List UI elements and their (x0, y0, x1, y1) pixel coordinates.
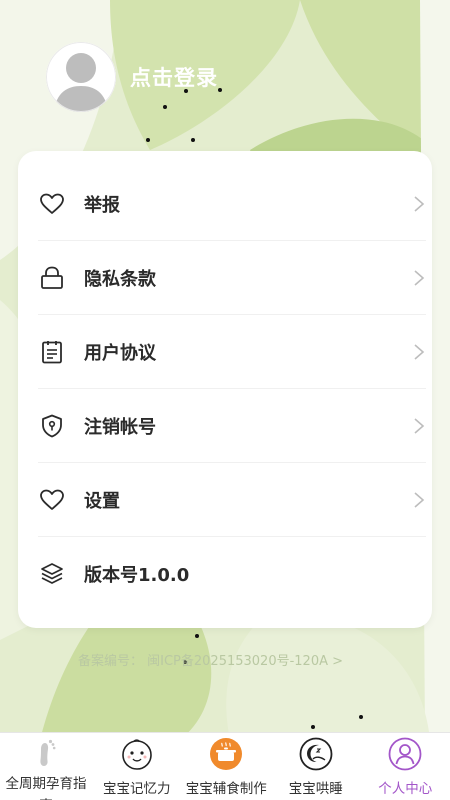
chevron-right-icon (412, 417, 426, 435)
icp-record-link[interactable]: 备案编号： 闽ICP备2025153020号-120A > (78, 650, 343, 669)
lock-icon (38, 264, 66, 292)
tab-label: 宝宝记忆力 (103, 781, 171, 797)
menu-item-report[interactable]: 举报 (38, 167, 426, 241)
document-icon (38, 338, 66, 366)
login-link[interactable]: 点击登录 (130, 62, 218, 92)
profile-page: 点击登录 举报 隐私条款 用户协议 注销帐号 设置 版本号1.0.0 备案编号：… (0, 0, 450, 800)
tab-label: 宝宝哄睡 (288, 781, 343, 797)
layers-icon (38, 560, 66, 588)
menu-item-settings[interactable]: 设置 (38, 463, 426, 537)
settings-menu-card: 举报 隐私条款 用户协议 注销帐号 设置 版本号1.0.0 (18, 151, 432, 628)
tab-label: 个人中心 (378, 781, 433, 797)
avatar[interactable] (46, 42, 116, 112)
menu-item-privacy[interactable]: 隐私条款 (38, 241, 426, 315)
shield-icon (38, 412, 66, 440)
tab-label: 全周期孕育指南 (5, 776, 87, 800)
chevron-right-icon (412, 343, 426, 361)
chevron-right-icon (412, 195, 426, 213)
menu-item-label: 隐私条款 (84, 268, 156, 290)
tab-personal-center[interactable]: 个人中心 (361, 733, 450, 800)
heart-icon (38, 486, 66, 514)
sleeping-moon-icon (299, 737, 333, 771)
chevron-right-icon (412, 269, 426, 287)
menu-item-label: 设置 (84, 490, 120, 512)
footprint-icon (29, 737, 63, 771)
baby-face-icon (120, 737, 154, 771)
menu-item-agreement[interactable]: 用户协议 (38, 315, 426, 389)
tab-baby-sleep[interactable]: 宝宝哄睡 (271, 733, 361, 800)
profile-header[interactable]: 点击登录 (46, 42, 218, 112)
menu-item-label: 注销帐号 (84, 416, 156, 438)
menu-item-label: 用户协议 (84, 342, 156, 364)
user-icon (388, 737, 422, 771)
tab-label: 宝宝辅食制作 (185, 781, 267, 797)
menu-item-label: 举报 (84, 194, 120, 216)
tab-baby-food[interactable]: 宝宝辅食制作 (182, 733, 272, 800)
user-avatar-icon (46, 42, 116, 112)
cooking-pot-icon (209, 737, 243, 771)
tab-pregnancy-guide[interactable]: 全周期孕育指南 (0, 733, 92, 800)
menu-item-version[interactable]: 版本号1.0.0 (38, 537, 426, 611)
menu-item-label: 版本号1.0.0 (84, 565, 190, 586)
heart-icon (38, 190, 66, 218)
tab-baby-memory[interactable]: 宝宝记忆力 (92, 733, 182, 800)
chevron-right-icon (412, 491, 426, 509)
bottom-tab-bar: 全周期孕育指南 宝宝记忆力 (0, 732, 450, 800)
menu-item-cancel-account[interactable]: 注销帐号 (38, 389, 426, 463)
